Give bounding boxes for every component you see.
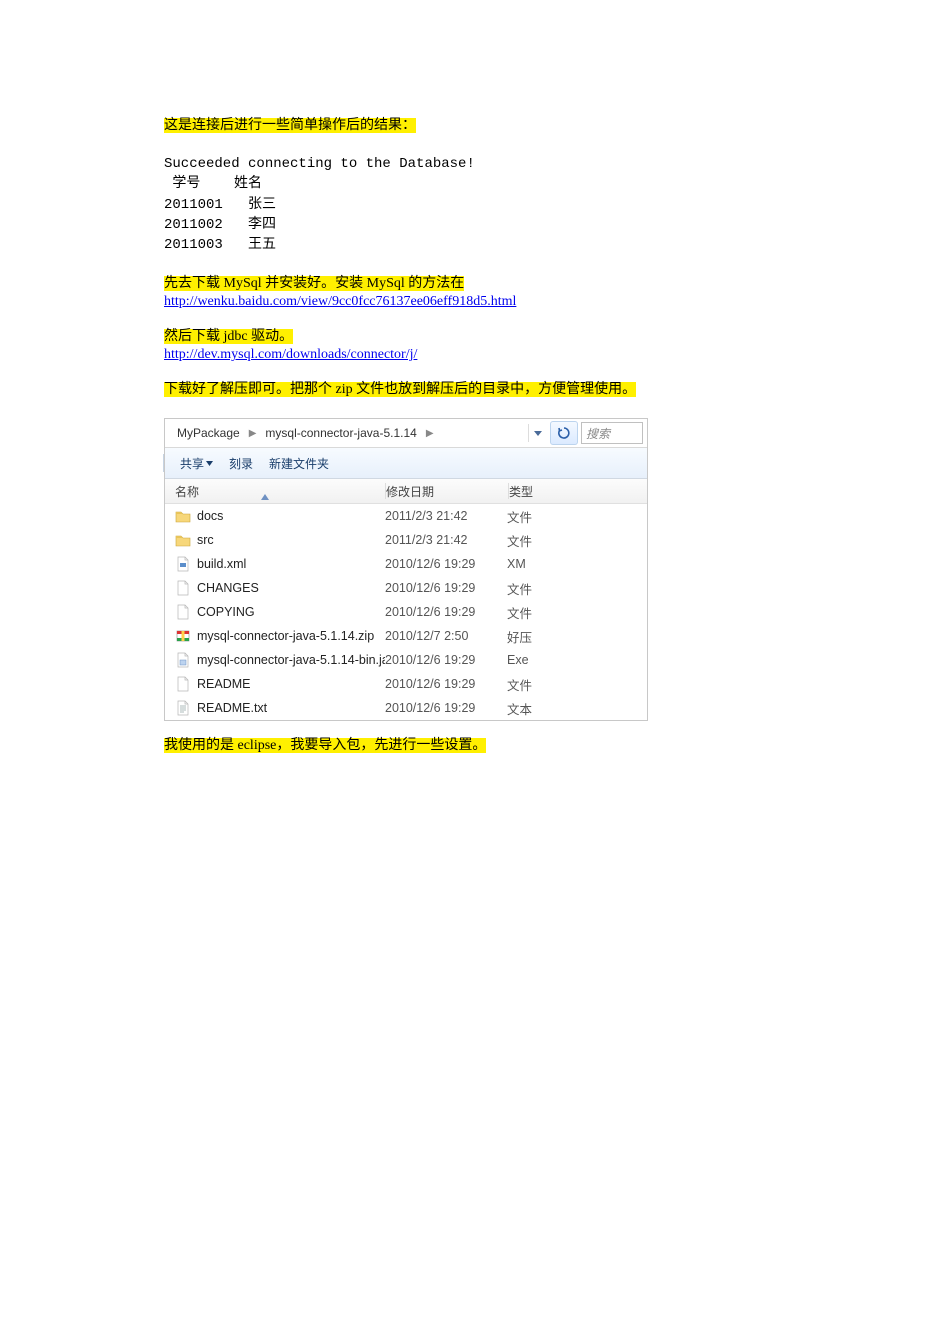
file-name: README	[197, 677, 250, 691]
step1-text: 先去下载 MySql 并安装好。安装 MySql 的方法在	[164, 276, 464, 291]
file-name: src	[197, 533, 214, 547]
share-label: 共享	[180, 455, 204, 472]
refresh-button[interactable]	[550, 421, 578, 445]
jar-icon	[175, 652, 191, 668]
search-placeholder: 搜索	[586, 425, 610, 442]
breadcrumb-item[interactable]: mysql-connector-java-5.1.14	[261, 424, 420, 442]
file-type: 文本	[507, 699, 647, 718]
burn-button[interactable]: 刻录	[229, 455, 253, 472]
file-type: 文件	[507, 579, 647, 598]
blank-icon	[175, 676, 191, 692]
file-row[interactable]: CHANGES 2010/12/6 19:29文件	[165, 576, 647, 600]
step3-text: 下载好了解压即可。把那个 zip 文件也放到解压后的目录中，方便管理使用。	[164, 382, 636, 397]
file-name: COPYING	[197, 605, 255, 619]
step2-text: 然后下载 jdbc 驱动。	[164, 329, 293, 344]
file-name: mysql-connector-java-5.1.14-bin.jar	[197, 653, 385, 667]
breadcrumbs[interactable]: MyPackage ▶ mysql-connector-java-5.1.14 …	[165, 424, 528, 442]
blank-icon	[175, 604, 191, 620]
file-list: docs2011/2/3 21:42文件src2011/2/3 21:42文件b…	[165, 504, 647, 720]
explorer-window: MyPackage ▶ mysql-connector-java-5.1.14 …	[164, 418, 648, 721]
file-type: Exe	[507, 653, 647, 667]
file-type: 文件	[507, 603, 647, 622]
file-row[interactable]: COPYING 2010/12/6 19:29文件	[165, 600, 647, 624]
new-folder-label: 新建文件夹	[269, 455, 329, 472]
header-type[interactable]: 类型	[509, 483, 647, 500]
header-name[interactable]: 名称	[165, 483, 385, 500]
toolbar: 共享 刻录 新建文件夹	[165, 448, 647, 479]
blank-icon	[175, 580, 191, 596]
refresh-icon	[558, 427, 570, 439]
new-folder-button[interactable]: 新建文件夹	[269, 455, 329, 472]
chevron-down-icon	[206, 461, 213, 466]
folder-icon	[175, 532, 191, 548]
address-dropdown[interactable]	[528, 424, 547, 442]
file-row[interactable]: mysql-connector-java-5.1.14.zip 2010/12/7…	[165, 624, 647, 648]
step4-text: 我使用的是 eclipse，我要导入包，先进行一些设置。	[164, 738, 486, 753]
file-date: 2010/12/6 19:29	[385, 701, 507, 715]
breadcrumb-item[interactable]: MyPackage	[173, 424, 244, 442]
file-name: build.xml	[197, 557, 246, 571]
address-bar: MyPackage ▶ mysql-connector-java-5.1.14 …	[165, 419, 647, 448]
step1-link[interactable]: http://wenku.baidu.com/view/9cc0fcc76137…	[164, 294, 516, 309]
folder-icon	[175, 508, 191, 524]
toolbar-divider	[163, 454, 164, 472]
file-date: 2011/2/3 21:42	[385, 509, 507, 523]
file-date: 2010/12/6 19:29	[385, 677, 507, 691]
file-row[interactable]: build.xml 2010/12/6 19:29XM	[165, 552, 647, 576]
file-row[interactable]: mysql-connector-java-5.1.14-bin.jar2010/…	[165, 648, 647, 672]
intro-text: 这是连接后进行一些简单操作后的结果：	[164, 118, 416, 133]
xml-icon	[175, 556, 191, 572]
chevron-right-icon: ▶	[247, 428, 259, 439]
file-date: 2010/12/7 2:50	[385, 629, 507, 643]
file-name: CHANGES	[197, 581, 259, 595]
sort-asc-icon	[261, 489, 269, 503]
share-menu[interactable]: 共享	[180, 455, 213, 472]
file-date: 2010/12/6 19:29	[385, 581, 507, 595]
chevron-right-icon: ▶	[424, 428, 436, 439]
file-date: 2010/12/6 19:29	[385, 557, 507, 571]
file-date: 2011/2/3 21:42	[385, 533, 507, 547]
file-type: 文件	[507, 531, 647, 550]
search-box[interactable]: 搜索	[581, 422, 643, 444]
file-name: docs	[197, 509, 223, 523]
file-date: 2010/12/6 19:29	[385, 653, 507, 667]
file-row[interactable]: README.txt 2010/12/6 19:29文本	[165, 696, 647, 720]
file-row[interactable]: docs 2011/2/3 21:42文件	[165, 504, 647, 528]
txt-icon	[175, 700, 191, 716]
file-type: 好压	[507, 627, 647, 646]
burn-label: 刻录	[229, 455, 253, 472]
file-row[interactable]: src 2011/2/3 21:42文件	[165, 528, 647, 552]
header-modified[interactable]: 修改日期	[386, 483, 508, 500]
file-type: 文件	[507, 507, 647, 526]
console-output: Succeeded connecting to the Database! 学号…	[164, 154, 814, 255]
column-headers: 名称 修改日期 类型	[165, 479, 647, 504]
file-row[interactable]: README 2010/12/6 19:29文件	[165, 672, 647, 696]
file-type: 文件	[507, 675, 647, 694]
file-name: README.txt	[197, 701, 267, 715]
file-type: XM	[507, 557, 647, 571]
zip-icon	[175, 628, 191, 644]
file-date: 2010/12/6 19:29	[385, 605, 507, 619]
file-name: mysql-connector-java-5.1.14.zip	[197, 629, 374, 643]
step2-link[interactable]: http://dev.mysql.com/downloads/connector…	[164, 347, 417, 362]
